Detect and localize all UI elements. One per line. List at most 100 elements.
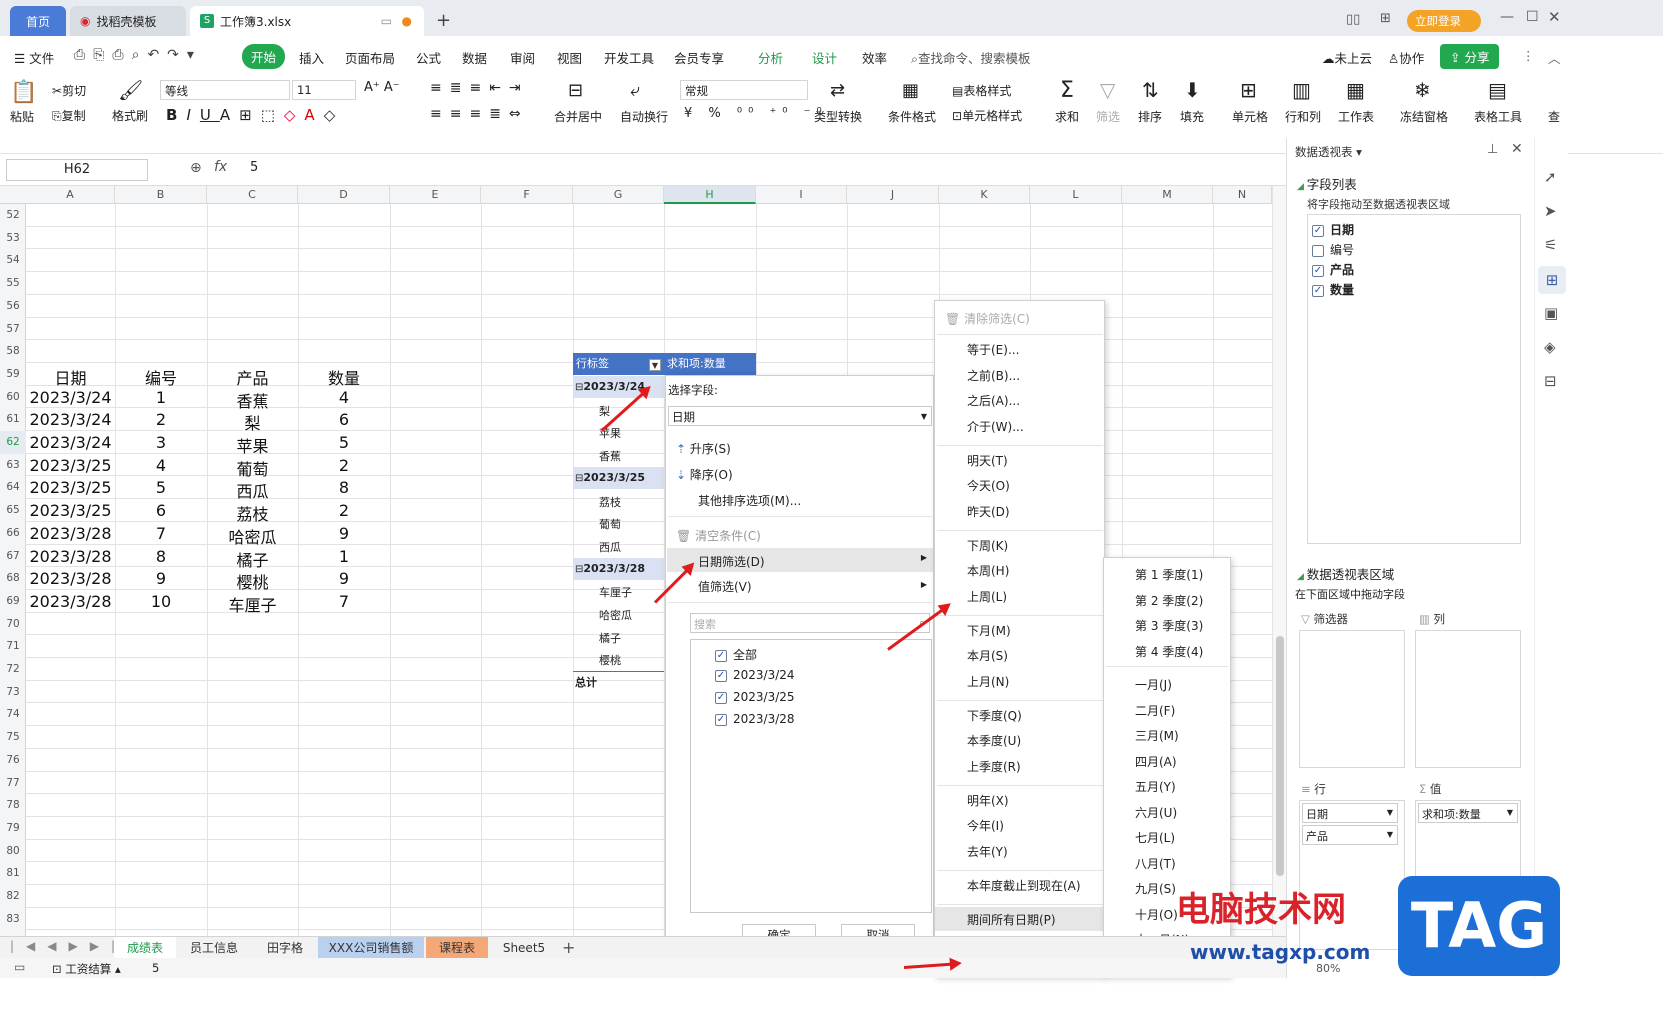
more-sort-item[interactable]: 其他排序选项(M)... (698, 492, 801, 509)
column-header-cell[interactable]: D (298, 186, 390, 204)
month-item[interactable]: 五月(Y) (1135, 778, 1176, 795)
table-cell[interactable]: 2023/3/24 (26, 410, 115, 429)
collab-button[interactable]: ♙协作 (1388, 48, 1424, 67)
pivot-group-row[interactable]: ⊟2023/3/28 (573, 557, 664, 580)
wrap-text-button[interactable]: 自动换行 (620, 108, 668, 125)
date-filter-item[interactable]: 明年(X) (967, 792, 1009, 809)
table-cell[interactable]: 2023/3/28 (26, 569, 115, 588)
row-header-cell[interactable]: 77 (0, 772, 26, 795)
pivot-panel-icon[interactable]: ⊞ (1538, 266, 1566, 294)
row-header-cell[interactable]: 76 (0, 749, 26, 772)
tab-template[interactable]: ◉ 找稻壳模板 (70, 6, 186, 36)
table-cell[interactable]: 1 (115, 388, 207, 407)
clear-condition-item[interactable]: 🗑 清空条件(C) (676, 527, 761, 544)
sliders-icon[interactable]: ⚟ (1544, 236, 1557, 254)
filter-search-input[interactable]: 搜索⌕ (690, 613, 930, 633)
filter-checkbox-item[interactable]: ✓ 2023/3/28 (715, 712, 795, 726)
date-filter-item[interactable]: 昨天(D) (967, 503, 1010, 520)
row-header-cell[interactable]: 63 (0, 454, 26, 477)
table-cell[interactable]: 6 (115, 501, 207, 520)
row-header-cell[interactable]: 60 (0, 386, 26, 409)
pivot-item-label[interactable]: 樱桃 (599, 652, 621, 668)
checkbox-empty-icon[interactable] (1312, 244, 1324, 257)
panel-title[interactable]: 数据透视表 ▾ (1295, 144, 1362, 160)
column-header-cell[interactable]: J (847, 186, 939, 204)
find-button[interactable]: 查 (1548, 108, 1560, 125)
quarter-item[interactable]: 第 3 季度(3) (1135, 617, 1203, 634)
row-header-cell[interactable]: 73 (0, 681, 26, 704)
tab-insert[interactable]: 插入 (299, 48, 324, 67)
row-header-cell[interactable]: 67 (0, 545, 26, 568)
align-horizontal-icons[interactable]: ≡≡≡≣⇔ (430, 106, 529, 122)
tab-review[interactable]: 审阅 (510, 48, 535, 67)
table-cell[interactable]: 6 (298, 410, 390, 429)
quarter-item[interactable]: 第 4 季度(4) (1135, 643, 1203, 660)
filter-checkbox-item[interactable]: ✓ 2023/3/25 (715, 690, 795, 704)
tab-design[interactable]: 设计 (812, 48, 837, 67)
table-cell[interactable]: 2023/3/25 (26, 456, 115, 475)
month-item[interactable]: 十月(O) (1135, 906, 1178, 923)
align-top-icons[interactable]: ≡≣≡⇤⇥ (430, 80, 529, 96)
quarter-item[interactable]: 第 2 季度(2) (1135, 592, 1203, 609)
formula-input[interactable]: 5 (250, 160, 258, 175)
font-select[interactable]: 等线 (160, 80, 290, 100)
grid-icon[interactable]: ⊞ (1380, 11, 1391, 26)
table-cell[interactable]: 9 (298, 569, 390, 588)
table-cell[interactable]: 5 (115, 478, 207, 497)
sheet-tab[interactable]: 课程表 (426, 937, 488, 959)
row-header-cell[interactable]: 65 (0, 499, 26, 522)
type-convert-button[interactable]: 类型转换 (814, 108, 862, 125)
row-header-cell[interactable]: 81 (0, 862, 26, 885)
pivot-item-label[interactable]: 葡萄 (599, 516, 621, 532)
table-cell[interactable]: 荔枝 (207, 501, 298, 525)
cell-button[interactable]: 单元格 (1232, 108, 1268, 125)
date-filter-item[interactable]: 去年(Y) (967, 843, 1008, 860)
table-cell[interactable]: 香蕉 (207, 388, 298, 412)
date-filter-item[interactable]: 期间所有日期(P) (935, 906, 1104, 931)
row-header-cell[interactable]: 70 (0, 613, 26, 636)
row-header-cell[interactable]: 69 (0, 590, 26, 613)
image-icon[interactable]: ▣ (1544, 304, 1558, 322)
sheet-nav-icons[interactable]: |◀◀▶▶| (10, 939, 127, 953)
row-header-cell[interactable]: 55 (0, 272, 26, 295)
table-cell[interactable]: 8 (115, 547, 207, 566)
date-filter-item[interactable]: 介于(W)... (967, 418, 1024, 435)
name-box[interactable]: H62 (6, 159, 148, 181)
date-filter-item[interactable]: 等于(E)... (967, 341, 1019, 358)
table-cell[interactable]: 2 (298, 501, 390, 520)
table-cell[interactable]: 2023/3/28 (26, 524, 115, 543)
fill-button[interactable]: 填充 (1180, 108, 1204, 125)
field-checkbox-item[interactable]: 编号 (1312, 241, 1354, 258)
number-format-icons[interactable]: ¥ % ⁰⁰ ⁺⁰ ⁻⁰ (684, 106, 828, 121)
date-filter-item[interactable]: 上季度(R) (967, 758, 1021, 775)
pivot-item-label[interactable]: 香蕉 (599, 448, 621, 464)
table-cell[interactable]: 7 (298, 592, 390, 611)
table-style-button[interactable]: ▤表格样式 (952, 82, 1011, 99)
paste-button[interactable]: 粘贴 (10, 108, 34, 125)
column-header-cell[interactable]: M (1122, 186, 1213, 204)
clear-filter-item[interactable]: 🗑 清除筛选(C) (945, 310, 1030, 327)
pivot-item-label[interactable]: 车厘子 (599, 584, 632, 600)
sort-desc-item[interactable]: ⇣ 降序(O) (676, 466, 733, 483)
table-cell[interactable]: 9 (115, 569, 207, 588)
value-filter-item[interactable]: 值筛选(V) (698, 578, 752, 595)
font-style-icons[interactable]: BIUA⊞⬚◇A◇ (166, 106, 344, 124)
cut-button[interactable]: ✂剪切 (52, 82, 86, 99)
checkbox-checked-icon[interactable]: ✓ (715, 669, 727, 682)
maximize-button[interactable]: ☐ (1526, 9, 1539, 25)
pivot-item-label[interactable]: 橘子 (599, 630, 621, 646)
table-header-cell[interactable]: 日期 (26, 365, 115, 389)
sort-button[interactable]: 排序 (1138, 108, 1162, 125)
field-checkbox-item[interactable]: ✓ 产品 (1312, 261, 1354, 278)
table-cell[interactable]: 2023/3/28 (26, 547, 115, 566)
worksheet-button[interactable]: 工作表 (1338, 108, 1374, 125)
scrollbar-thumb[interactable] (1276, 636, 1284, 876)
number-format-select[interactable]: 常规 (680, 80, 808, 100)
sheet-tab[interactable]: Sheet5 (490, 937, 558, 959)
conditional-format-button[interactable]: 条件格式 (888, 108, 936, 125)
filter-button[interactable]: 筛选 (1096, 108, 1120, 125)
table-cell[interactable]: 4 (298, 388, 390, 407)
field-select[interactable]: 日期 ▼ (668, 406, 932, 426)
month-item[interactable]: 一月(J) (1135, 676, 1172, 693)
add-sheet-button[interactable]: + (562, 938, 575, 957)
